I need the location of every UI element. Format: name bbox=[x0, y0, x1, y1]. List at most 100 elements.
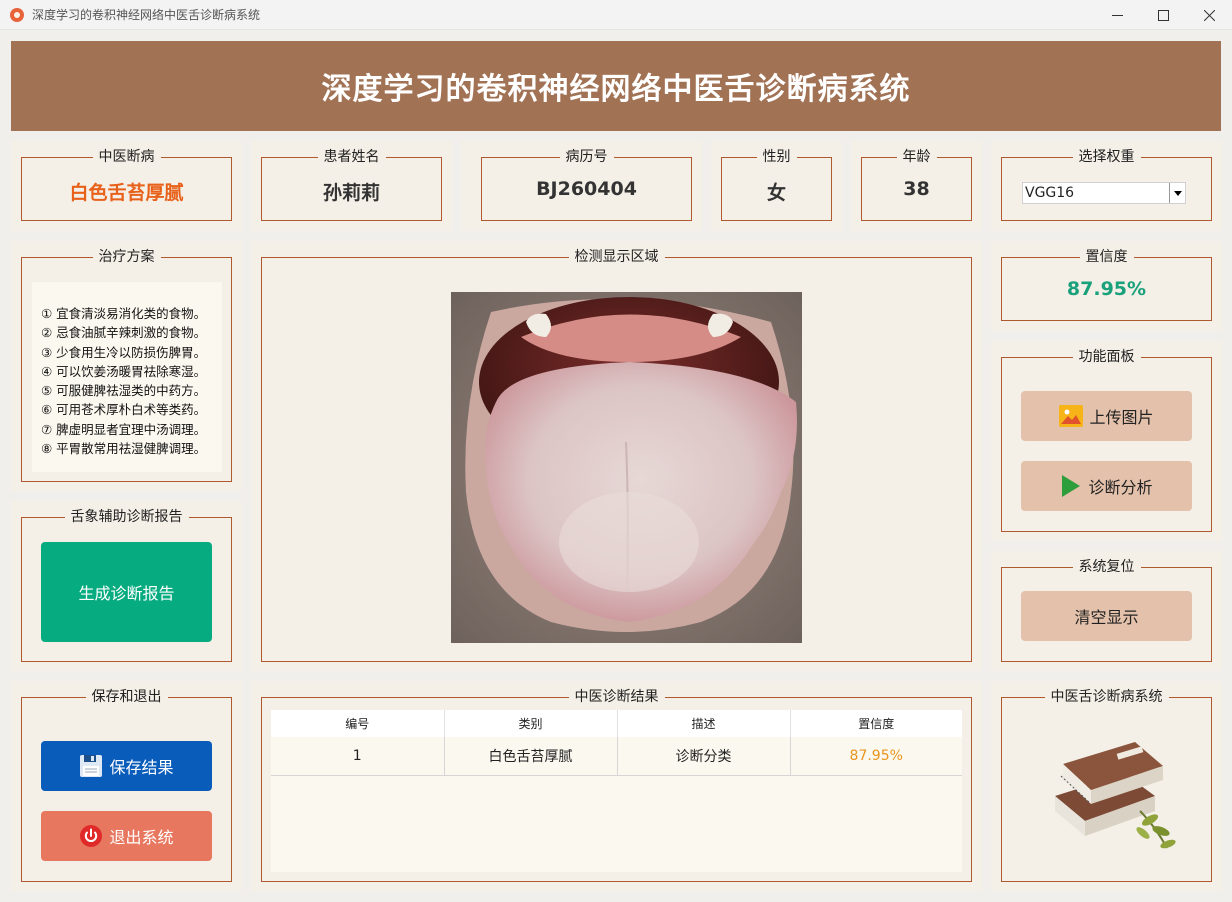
dropdown-arrow-icon[interactable] bbox=[1169, 183, 1185, 203]
report-group: 舌象辅助诊断报告 生成诊断报告 bbox=[21, 509, 232, 662]
diagnosis-group: 中医断病 白色舌苔厚腻 bbox=[21, 149, 232, 221]
detection-title: 检测显示区域 bbox=[568, 249, 665, 265]
report-panel: 舌象辅助诊断报告 生成诊断报告 bbox=[11, 501, 242, 671]
page-title: 深度学习的卷积神经网络中医舌诊断病系统 bbox=[321, 72, 911, 107]
results-panel: 中医诊断结果 编号 类别 描述 置信度 1 白色舌苔厚腻 诊断分类 87.95% bbox=[251, 681, 982, 891]
treatment-panel: 治疗方案 ① 宜食清淡易消化类的食物。 ② 忌食油腻辛辣刺激的食物。 ③ 少食用… bbox=[11, 241, 242, 491]
results-group: 中医诊断结果 编号 类别 描述 置信度 1 白色舌苔厚腻 诊断分类 87.95% bbox=[261, 689, 972, 882]
analyze-label: 诊断分析 bbox=[1088, 478, 1153, 497]
record-no-panel: 病历号 BJ260404 bbox=[461, 141, 702, 231]
reset-title: 系统复位 bbox=[1072, 559, 1141, 575]
save-results-button[interactable]: 保存结果 bbox=[41, 741, 212, 791]
diagnosis-label: 中医断病 bbox=[92, 149, 161, 165]
treatment-group: 治疗方案 ① 宜食清淡易消化类的食物。 ② 忌食油腻辛辣刺激的食物。 ③ 少食用… bbox=[21, 249, 232, 482]
age-value: 38 bbox=[903, 178, 930, 200]
age-panel: 年龄 38 bbox=[851, 141, 982, 231]
gender-value: 女 bbox=[766, 182, 786, 204]
minimize-icon bbox=[1111, 14, 1123, 16]
minimize-button[interactable] bbox=[1094, 0, 1140, 30]
maximize-button[interactable] bbox=[1140, 0, 1186, 30]
weights-select[interactable]: VGG16 bbox=[1022, 182, 1186, 204]
patient-name-group: 患者姓名 孙莉莉 bbox=[261, 149, 442, 221]
results-table[interactable]: 编号 类别 描述 置信度 1 白色舌苔厚腻 诊断分类 87.95% bbox=[271, 710, 962, 872]
image-icon bbox=[1059, 405, 1084, 427]
exit-system-button[interactable]: 退出系统 bbox=[41, 811, 212, 861]
treatment-line: ② 忌食油腻辛辣刺激的食物。 bbox=[41, 325, 207, 341]
brand-panel: 中医舌诊断病系统 bbox=[991, 681, 1222, 891]
functions-group: 功能面板 上传图片 诊断分析 bbox=[1001, 349, 1212, 532]
diagnosis-value: 白色舌苔厚腻 bbox=[69, 182, 184, 204]
confidence-value: 87.95% bbox=[1066, 278, 1147, 300]
patient-name-value: 孙莉莉 bbox=[322, 182, 380, 204]
window-titlebar: 深度学习的卷积神经网络中医舌诊断病系统 bbox=[0, 0, 1232, 30]
treatment-line: ⑦ 脾虚明显者宜理中汤调理。 bbox=[41, 421, 207, 437]
weights-group: 选择权重 VGG16 bbox=[1001, 149, 1212, 221]
confidence-label: 置信度 bbox=[1079, 249, 1134, 265]
treatment-title: 治疗方案 bbox=[92, 249, 161, 265]
diagnosis-panel: 中医断病 白色舌苔厚腻 bbox=[11, 141, 242, 231]
table-cell-confidence[interactable]: 87.95% bbox=[790, 737, 962, 776]
close-icon bbox=[1203, 9, 1215, 21]
gender-panel: 性别 女 bbox=[711, 141, 842, 231]
app-icon bbox=[10, 7, 24, 22]
books-logo-icon bbox=[1055, 742, 1176, 849]
treatment-line: ⑤ 可服健脾祛湿类的中药方。 bbox=[41, 383, 207, 399]
age-label: 年龄 bbox=[896, 149, 937, 165]
save-exit-title: 保存和退出 bbox=[85, 689, 168, 705]
record-no-group: 病历号 BJ260404 bbox=[481, 149, 692, 221]
weights-panel: 选择权重 VGG16 bbox=[991, 141, 1222, 231]
table-cell-description[interactable]: 诊断分类 bbox=[617, 737, 791, 776]
weights-selected-value: VGG16 bbox=[1025, 185, 1075, 201]
save-exit-group: 保存和退出 保存结果 退出系统 bbox=[21, 689, 232, 882]
column-header[interactable]: 置信度 bbox=[790, 710, 962, 737]
exit-system-label: 退出系统 bbox=[109, 828, 174, 847]
gender-label: 性别 bbox=[756, 149, 797, 165]
table-header-row: 编号 类别 描述 置信度 bbox=[271, 710, 962, 737]
treatment-line: ⑧ 平胃散常用祛湿健脾调理。 bbox=[41, 441, 207, 457]
save-results-label: 保存结果 bbox=[109, 758, 174, 777]
record-no-value: BJ260404 bbox=[536, 178, 637, 200]
floppy-disk-icon bbox=[79, 754, 103, 778]
power-icon bbox=[79, 824, 103, 848]
brand-group: 中医舌诊断病系统 bbox=[1001, 689, 1212, 882]
confidence-panel: 置信度 87.95% bbox=[991, 241, 1222, 331]
gender-group: 性别 女 bbox=[721, 149, 832, 221]
functions-panel: 功能面板 上传图片 诊断分析 bbox=[991, 341, 1222, 541]
treatment-line: ③ 少食用生冷以防损伤脾胃。 bbox=[41, 344, 207, 360]
results-title: 中医诊断结果 bbox=[568, 689, 665, 705]
header-banner: 深度学习的卷积神经网络中医舌诊断病系统 bbox=[11, 41, 1221, 131]
generate-report-button[interactable]: 生成诊断报告 bbox=[41, 542, 212, 642]
table-cell-category[interactable]: 白色舌苔厚腻 bbox=[444, 737, 618, 776]
treatment-line: ① 宜食清淡易消化类的食物。 bbox=[41, 306, 207, 321]
report-title: 舌象辅助诊断报告 bbox=[64, 509, 189, 525]
reset-group: 系统复位 清空显示 bbox=[1001, 559, 1212, 662]
tongue-image bbox=[451, 292, 802, 643]
upload-image-label: 上传图片 bbox=[1089, 408, 1154, 427]
treatment-line: ⑥ 可用苍术厚朴白术等类药。 bbox=[41, 402, 207, 418]
column-header[interactable]: 描述 bbox=[617, 710, 791, 737]
window-title: 深度学习的卷积神经网络中医舌诊断病系统 bbox=[32, 8, 261, 22]
record-no-label: 病历号 bbox=[559, 149, 614, 165]
column-header[interactable]: 类别 bbox=[444, 710, 618, 737]
table-row[interactable]: 1 白色舌苔厚腻 诊断分类 87.95% bbox=[271, 737, 962, 776]
analyze-button[interactable]: 诊断分析 bbox=[1021, 461, 1192, 511]
patient-name-label: 患者姓名 bbox=[317, 149, 386, 165]
detection-panel: 检测显示区域 bbox=[251, 241, 982, 671]
treatment-line: ④ 可以饮姜汤暖胃祛除寒湿。 bbox=[41, 363, 207, 379]
save-exit-panel: 保存和退出 保存结果 退出系统 bbox=[11, 681, 242, 891]
reset-panel: 系统复位 清空显示 bbox=[991, 551, 1222, 671]
clear-display-button[interactable]: 清空显示 bbox=[1021, 591, 1192, 641]
treatment-list: ① 宜食清淡易消化类的食物。 ② 忌食油腻辛辣刺激的食物。 ③ 少食用生冷以防损… bbox=[32, 282, 222, 472]
close-button[interactable] bbox=[1186, 0, 1232, 30]
patient-name-panel: 患者姓名 孙莉莉 bbox=[251, 141, 452, 231]
brand-title: 中医舌诊断病系统 bbox=[1044, 689, 1169, 705]
detection-group: 检测显示区域 bbox=[261, 249, 972, 662]
upload-image-button[interactable]: 上传图片 bbox=[1021, 391, 1192, 441]
table-cell-id[interactable]: 1 bbox=[271, 737, 445, 776]
age-group: 年龄 38 bbox=[861, 149, 972, 221]
maximize-icon bbox=[1157, 9, 1169, 21]
play-icon bbox=[1060, 474, 1082, 498]
column-header[interactable]: 编号 bbox=[271, 710, 445, 737]
functions-title: 功能面板 bbox=[1072, 349, 1141, 365]
confidence-group: 置信度 87.95% bbox=[1001, 249, 1212, 321]
